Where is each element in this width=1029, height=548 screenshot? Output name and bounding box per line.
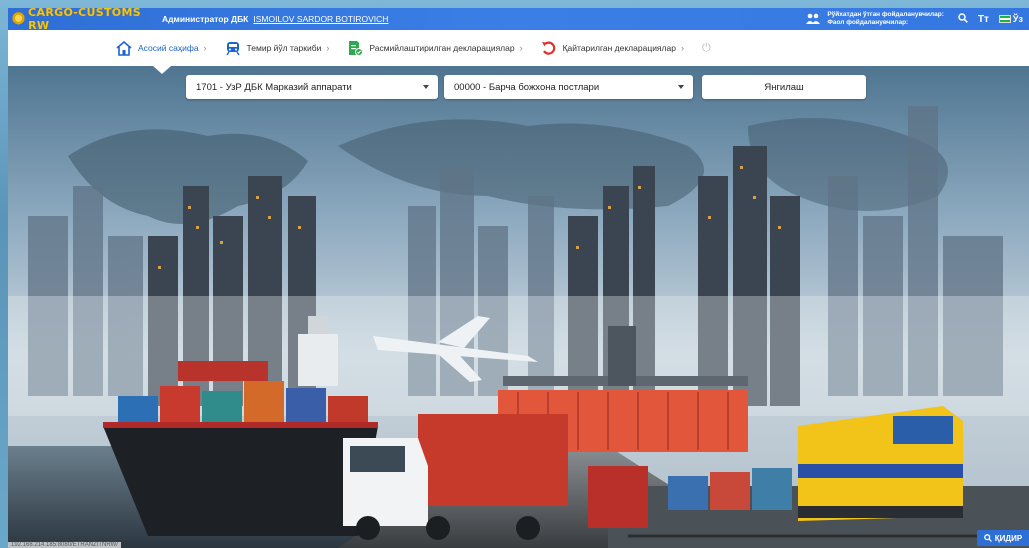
top-right-tools: Рўйхатдан ўтган фойдаланувчилар: Фаол фо… (805, 8, 1029, 30)
chevron-right-icon: › (519, 43, 523, 53)
customs-post-select-value: 00000 - Барча божхона постлари (454, 81, 600, 93)
top-bar: CARGO-CUSTOMS RW Администратор ДБК ISMOI… (8, 8, 1029, 32)
active-users-label: Фаол фойдаланувчилар: (827, 19, 909, 26)
search-icon[interactable] (958, 12, 968, 26)
status-url: 192.168.214.185:8080/ETRANZITNRW/ (8, 542, 121, 548)
customs-post-select[interactable]: 00000 - Барча божхона постлари (444, 75, 693, 99)
nav-item-returned-declarations[interactable]: Қайтарилган декларациялар › (541, 40, 684, 56)
home-icon (116, 40, 132, 56)
hero-illustration (8, 66, 1029, 548)
department-select-value: 1701 - УзР ДБК Марказий аппарати (196, 81, 352, 93)
users-info: Рўйхатдан ўтган фойдаланувчилар: Фаол фо… (827, 11, 944, 27)
logo-text: CARGO-CUSTOMS RW (28, 8, 141, 32)
chevron-right-icon: › (203, 43, 207, 53)
chevron-down-icon (678, 85, 684, 89)
emblem-icon (12, 12, 26, 26)
refresh-button[interactable]: Янгилаш (702, 75, 866, 99)
nav-item-label: Темир йўл таркиби (246, 43, 322, 53)
nav-item-train[interactable]: Темир йўл таркиби › (225, 40, 330, 56)
chevron-down-icon (423, 85, 429, 89)
app-logo[interactable]: CARGO-CUSTOMS RW (8, 8, 158, 32)
nav-item-label: Расмийлаштирилган декларациялар (369, 43, 515, 53)
chevron-right-icon: › (680, 43, 684, 53)
nav-item-label: Қайтарилган декларациялар (562, 43, 676, 53)
role-label: Администратор ДБК (162, 14, 249, 24)
undo-icon (541, 40, 557, 56)
nav-item-processed-declarations[interactable]: Расмийлаштирилган декларациялар › (347, 40, 523, 56)
hero-banner: 1701 - УзР ДБК Марказий аппарати 00000 -… (8, 66, 1029, 548)
department-select[interactable]: 1701 - УзР ДБК Марказий аппарати (186, 75, 438, 99)
user-name-link[interactable]: ISMOILOV SARDOR BOTIROVICH (253, 14, 388, 24)
language-selector[interactable]: Ўз (1013, 14, 1023, 24)
registered-users-label: Рўйхатдан ўтган фойдаланувчилар: (827, 11, 944, 18)
search-icon (983, 534, 992, 542)
main-nav: Асосий саҳифа › Темир йўл таркиби › Расм… (8, 30, 1029, 66)
active-tab-pointer (153, 66, 171, 74)
font-size-icon[interactable]: Tт (978, 14, 989, 25)
search-button[interactable]: ҚИДИР (977, 530, 1029, 546)
train-icon (225, 40, 241, 56)
app-window: CARGO-CUSTOMS RW Администратор ДБК ISMOI… (8, 8, 1029, 548)
users-icon (806, 13, 821, 24)
uzbekistan-flag-icon (998, 15, 1011, 23)
document-check-icon (347, 40, 363, 56)
chevron-right-icon: › (326, 43, 330, 53)
nav-item-home[interactable]: Асосий саҳифа › (116, 40, 207, 56)
nav-item-label: Асосий саҳифа (138, 43, 199, 53)
search-button-label: ҚИДИР (994, 533, 1023, 543)
power-icon[interactable]: ⏻ (702, 42, 711, 55)
